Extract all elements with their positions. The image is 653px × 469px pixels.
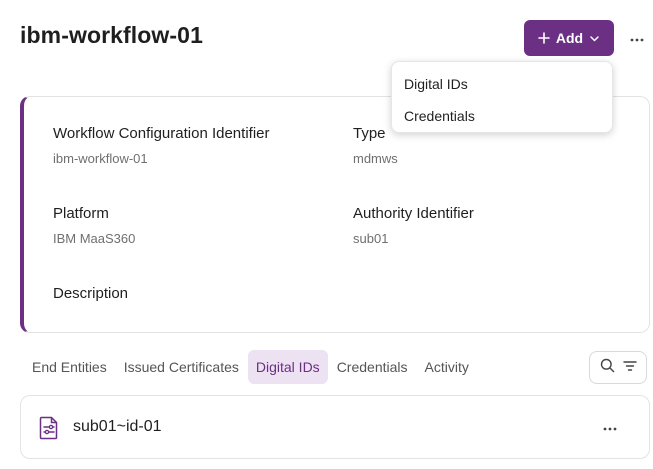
add-button[interactable]: Add [524,20,614,56]
field-platform: Platform IBM MaaS360 [53,205,135,246]
menu-item-digital-ids[interactable]: Digital IDs [392,68,612,100]
field-label: Description [53,285,129,302]
field-label: Workflow Configuration Identifier [53,125,270,142]
search-icon [600,358,615,378]
field-workflow-id: Workflow Configuration Identifier ibm-wo… [53,125,270,166]
page: ibm-workflow-01 Add Digital IDs Credenti… [0,0,653,469]
filter-icon [622,359,637,377]
list-item-label: sub01~id-01 [73,418,162,435]
tab-bar: End Entities Issued Certificates Digital… [24,350,478,384]
more-horizontal-icon [603,418,617,436]
list-item[interactable]: sub01~id-01 [20,395,650,459]
add-dropdown-menu: Digital IDs Credentials [391,61,613,133]
field-value: sub01 [353,231,389,246]
field-value: ibm-workflow-01 [53,151,148,166]
page-more-button[interactable] [624,26,650,50]
menu-item-credentials[interactable]: Credentials [392,100,612,132]
tab-end-entities[interactable]: End Entities [24,350,115,384]
field-label: Platform [53,205,109,222]
tab-digital-ids[interactable]: Digital IDs [247,350,328,384]
more-horizontal-icon [630,29,644,47]
tab-activity[interactable]: Activity [417,350,477,384]
add-button-label: Add [555,30,584,46]
plus-icon [538,32,550,44]
field-authority-id: Authority Identifier sub01 [353,205,474,246]
field-description: Description [53,285,128,311]
search-filter-button[interactable] [589,351,647,384]
tab-issued-certificates[interactable]: Issued Certificates [116,350,247,384]
item-more-button[interactable] [599,418,621,436]
chevron-down-icon [589,33,600,44]
document-settings-icon [39,416,59,445]
page-title: ibm-workflow-01 [20,22,203,48]
field-value: mdmws [353,151,398,166]
field-label: Authority Identifier [353,205,474,222]
tab-credentials[interactable]: Credentials [329,350,416,384]
field-value: IBM MaaS360 [53,231,136,246]
